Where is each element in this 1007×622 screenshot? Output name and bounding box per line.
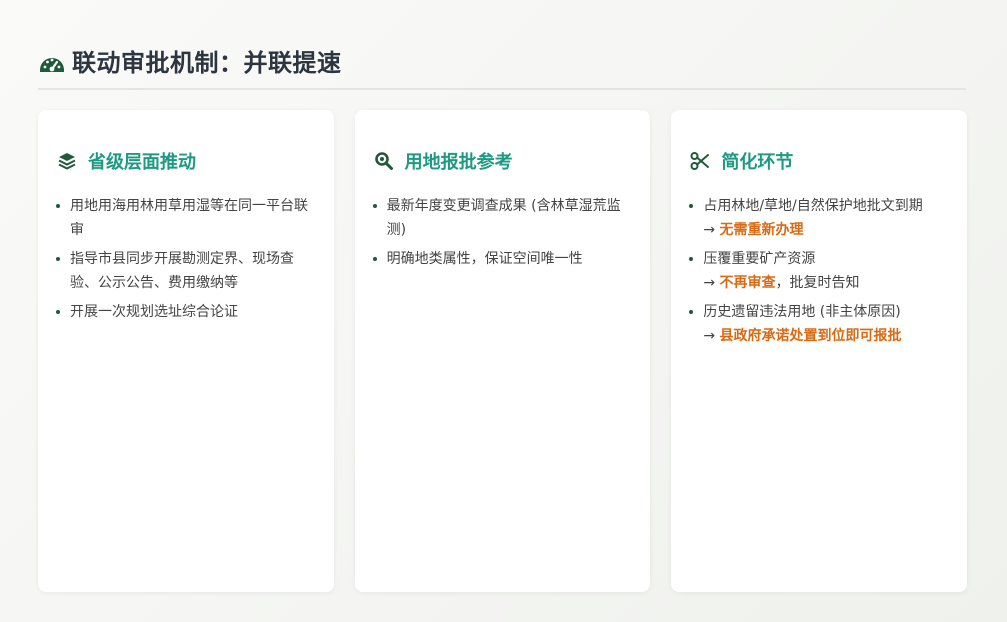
list-item: 用地用海用林用草用湿等在同一平台联审 — [56, 194, 316, 242]
card-title: 省级层面推动 — [88, 152, 196, 173]
card-reference: 用地报批参考 最新年度变更调查成果 (含林草湿荒监测) 明确地类属性，保证空间唯… — [354, 110, 651, 592]
item-result: → 县政府承诺处置到位即可报批 — [703, 324, 949, 348]
card-provincial: 省级层面推动 用地用海用林用草用湿等在同一平台联审 指导市县同步开展勘测定界、现… — [38, 110, 334, 592]
layers-icon — [56, 150, 78, 172]
item-text: 压覆重要矿产资源 — [703, 251, 816, 267]
speedometer-icon — [40, 58, 64, 72]
arrow-icon: → — [703, 222, 716, 238]
arrow-icon: → — [703, 328, 716, 344]
list-item: 历史遗留违法用地 (非主体原因) → 县政府承诺处置到位即可报批 — [689, 300, 949, 348]
list-item: 开展一次规划选址综合论证 — [56, 300, 316, 324]
item-text: 占用林地/草地/自然保护地批文到期 — [703, 198, 923, 214]
cards-container: 省级层面推动 用地用海用林用草用湿等在同一平台联审 指导市县同步开展勘测定界、现… — [38, 110, 968, 592]
page-header: 联动审批机制：并联提速 — [38, 46, 966, 90]
item-list: 用地用海用林用草用湿等在同一平台联审 指导市县同步开展勘测定界、现场查验、公示公… — [56, 194, 316, 324]
item-result: → 无需重新办理 — [703, 218, 949, 242]
item-highlight: 不再审查 — [719, 275, 776, 291]
list-item: 压覆重要矿产资源 → 不再审查，批复时告知 — [689, 247, 949, 295]
arrow-icon: → — [703, 275, 716, 291]
card-title: 简化环节 — [721, 152, 794, 173]
list-item: 占用林地/草地/自然保护地批文到期 → 无需重新办理 — [689, 194, 949, 242]
scissors-icon — [689, 150, 711, 172]
item-text: 历史遗留违法用地 (非主体原因) — [703, 304, 901, 320]
item-list: 最新年度变更调查成果 (含林草湿荒监测) 明确地类属性，保证空间唯一性 — [372, 194, 633, 271]
list-item: 最新年度变更调查成果 (含林草湿荒监测) — [372, 194, 633, 242]
card-title: 用地报批参考 — [404, 152, 513, 173]
card-header: 省级层面推动 — [56, 148, 316, 174]
list-item: 指导市县同步开展勘测定界、现场查验、公示公告、费用缴纳等 — [56, 247, 316, 295]
item-result: → 不再审查，批复时告知 — [703, 271, 949, 295]
item-highlight: 无需重新办理 — [719, 222, 804, 238]
magnifier-icon — [373, 150, 395, 172]
card-header: 用地报批参考 — [373, 148, 633, 174]
card-header: 简化环节 — [689, 148, 949, 174]
page-title: 联动审批机制：并联提速 — [72, 49, 342, 77]
item-suffix: ，批复时告知 — [775, 275, 860, 291]
card-simplify: 简化环节 占用林地/草地/自然保护地批文到期 → 无需重新办理 压覆重要矿产资源… — [671, 110, 968, 592]
item-highlight: 县政府承诺处置到位即可报批 — [719, 328, 902, 344]
list-item: 明确地类属性，保证空间唯一性 — [372, 247, 633, 271]
item-list: 占用林地/草地/自然保护地批文到期 → 无需重新办理 压覆重要矿产资源 → 不再… — [689, 194, 949, 348]
